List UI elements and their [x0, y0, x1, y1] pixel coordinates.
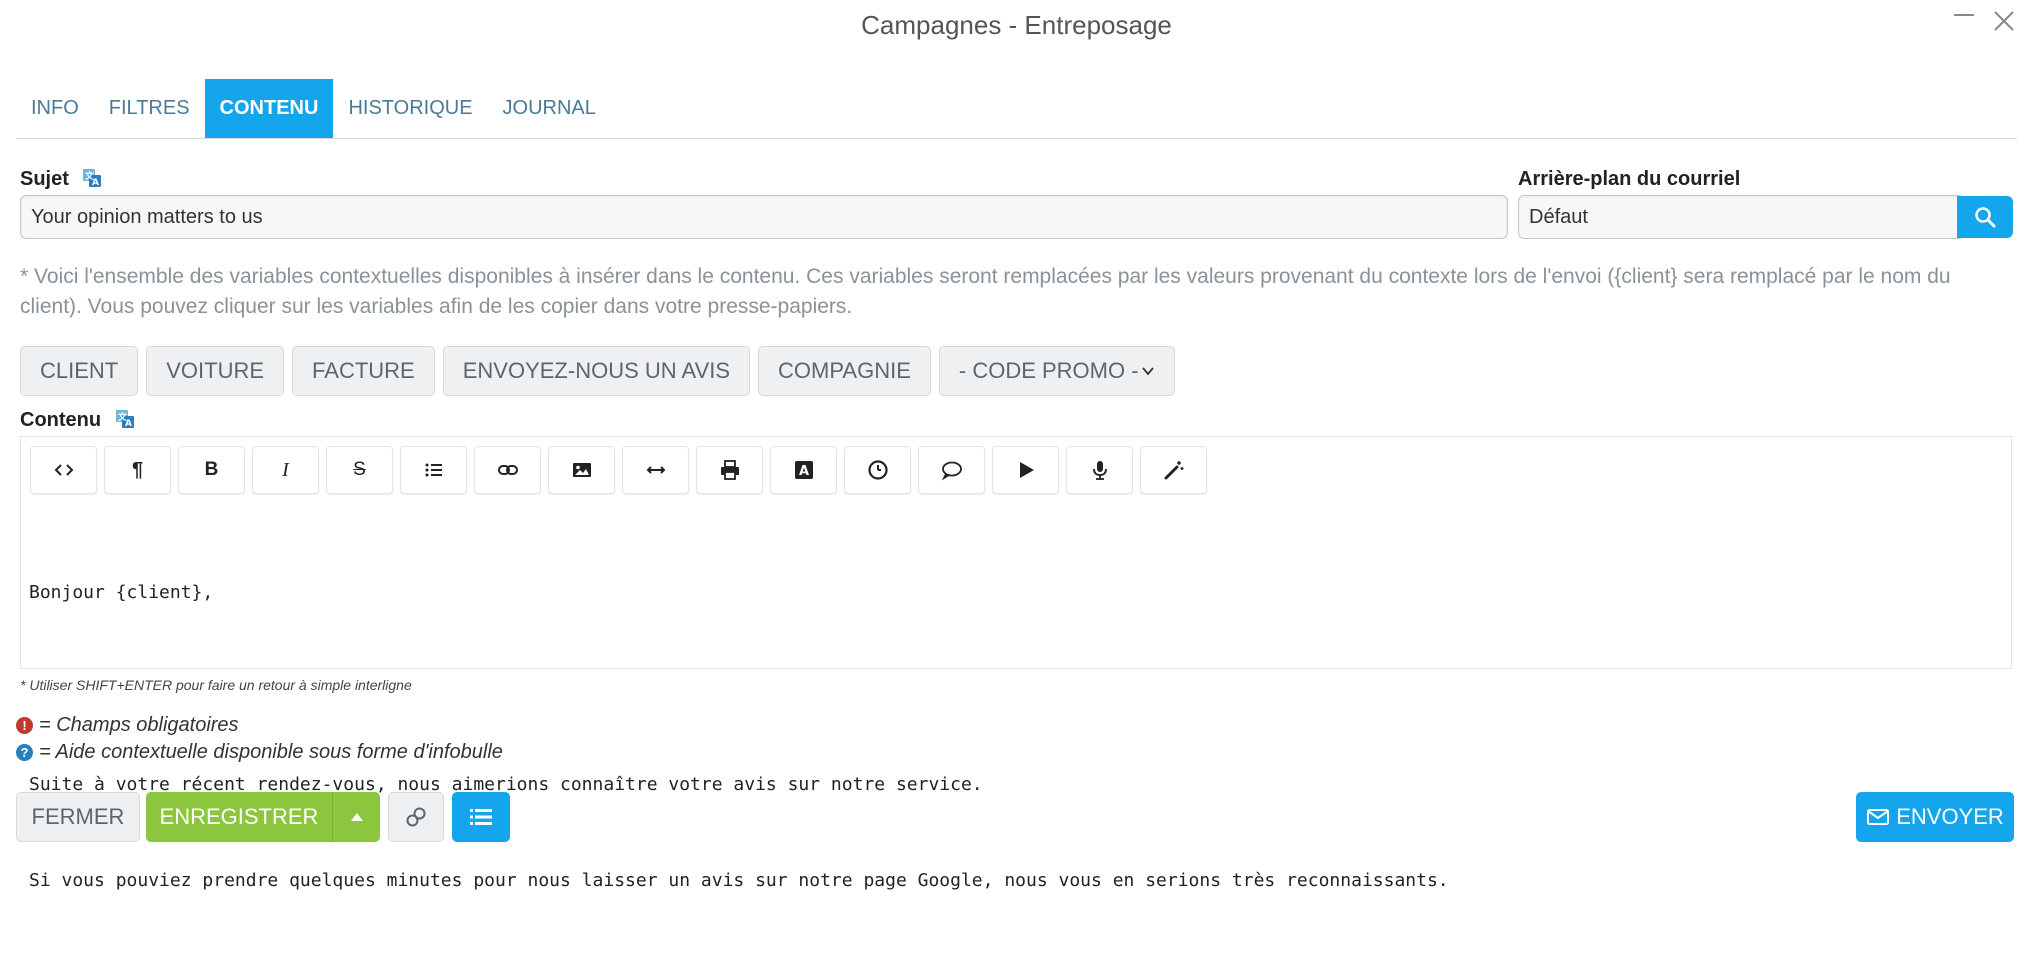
translate-icon[interactable]: 文A: [115, 409, 135, 429]
bold-icon[interactable]: B: [178, 446, 245, 494]
comment-icon[interactable]: [918, 446, 985, 494]
chevron-down-icon: [1142, 367, 1154, 376]
legend-required: ! = Champs obligatoires: [16, 714, 239, 737]
paragraph-icon[interactable]: ¶: [104, 446, 171, 494]
variables-note: * Voici l'ensemble des variables context…: [20, 265, 1951, 318]
svg-text:A: A: [799, 464, 809, 479]
close-icon[interactable]: [1991, 8, 2017, 42]
close-button[interactable]: FERMER: [16, 792, 140, 842]
play-icon[interactable]: [992, 446, 1059, 494]
subject-label-text: Sujet: [20, 168, 69, 190]
content-editor[interactable]: ¶ B I S A Bonjour {client}, Suite à votr…: [20, 436, 2012, 891]
list-icon[interactable]: [400, 446, 467, 494]
microphone-icon[interactable]: [1066, 446, 1133, 494]
content-label-text: Contenu: [20, 409, 102, 431]
font-style-icon[interactable]: A: [770, 446, 837, 494]
background-label: Arrière-plan du courriel: [1518, 168, 1741, 190]
variable-client-button[interactable]: CLIENT: [20, 346, 139, 396]
link-button[interactable]: [388, 792, 444, 842]
legend-help-text: = Aide contextuelle disponible sous form…: [39, 741, 503, 763]
image-icon[interactable]: [548, 446, 615, 494]
print-icon[interactable]: [696, 446, 763, 494]
subject-label: Sujet 文A: [20, 168, 102, 191]
legend-help: ? = Aide contextuelle disponible sous fo…: [16, 741, 503, 764]
svg-text:A: A: [125, 419, 132, 429]
italic-icon[interactable]: I: [252, 446, 319, 494]
link-icon: [406, 807, 426, 827]
caret-up-icon: [350, 813, 363, 821]
editor-hint: * Utiliser SHIFT+ENTER pour faire un ret…: [20, 677, 412, 693]
translate-icon[interactable]: 文A: [82, 168, 102, 188]
list-view-button[interactable]: [452, 792, 510, 842]
variables-bar: CLIENT VOITURE FACTURE ENVOYEZ-NOUS UN A…: [20, 346, 1175, 396]
tab-bar: INFO FILTRES CONTENU HISTORIQUE JOURNAL: [16, 79, 2017, 139]
minimize-icon[interactable]: [1951, 2, 1977, 36]
link-icon[interactable]: [474, 446, 541, 494]
envelope-icon: [1867, 809, 1890, 825]
tab-historique[interactable]: HISTORIQUE: [333, 79, 487, 138]
search-button[interactable]: [1957, 196, 2013, 238]
list-icon: [470, 809, 492, 825]
promo-code-select-value: - CODE PROMO -: [958, 358, 1139, 383]
tab-contenu[interactable]: CONTENU: [204, 79, 334, 138]
window-title: Campagnes - Entreposage: [861, 10, 1172, 40]
content-line: Si vous pouviez prendre quelques minutes…: [29, 870, 1449, 891]
tab-info[interactable]: INFO: [16, 79, 94, 138]
save-button[interactable]: ENREGISTRER: [146, 792, 332, 842]
tab-filtres[interactable]: FILTRES: [94, 79, 205, 138]
clock-icon[interactable]: [844, 446, 911, 494]
strikethrough-icon[interactable]: S: [326, 446, 393, 494]
editor-toolbar: ¶ B I S A: [30, 446, 1207, 494]
background-input[interactable]: Défaut: [1518, 195, 1960, 239]
editor-content[interactable]: Bonjour {client}, Suite à votre récent r…: [29, 513, 1449, 961]
variable-compagnie-button[interactable]: COMPAGNIE: [758, 346, 931, 396]
svg-text:A: A: [92, 178, 99, 188]
code-view-icon[interactable]: [30, 446, 97, 494]
save-options-button[interactable]: [332, 792, 380, 842]
magic-wand-icon[interactable]: [1140, 446, 1207, 494]
tab-journal[interactable]: JOURNAL: [488, 79, 611, 138]
variable-voiture-button[interactable]: VOITURE: [146, 346, 285, 396]
promo-code-select[interactable]: - CODE PROMO -: [938, 346, 1175, 396]
subject-input[interactable]: Your opinion matters to us: [20, 195, 1508, 239]
search-icon: [1975, 207, 1996, 228]
send-button-label: ENVOYER: [1896, 804, 2004, 829]
send-button[interactable]: ENVOYER: [1856, 792, 2014, 842]
legend-required-text: = Champs obligatoires: [39, 714, 239, 736]
content-line: Bonjour {client},: [29, 582, 214, 603]
horizontal-rule-icon[interactable]: [622, 446, 689, 494]
variable-avis-button[interactable]: ENVOYEZ-NOUS UN AVIS: [442, 346, 751, 396]
variable-facture-button[interactable]: FACTURE: [292, 346, 435, 396]
content-label: Contenu 文A: [20, 409, 135, 432]
help-icon: ?: [16, 744, 33, 761]
required-icon: !: [16, 717, 33, 734]
